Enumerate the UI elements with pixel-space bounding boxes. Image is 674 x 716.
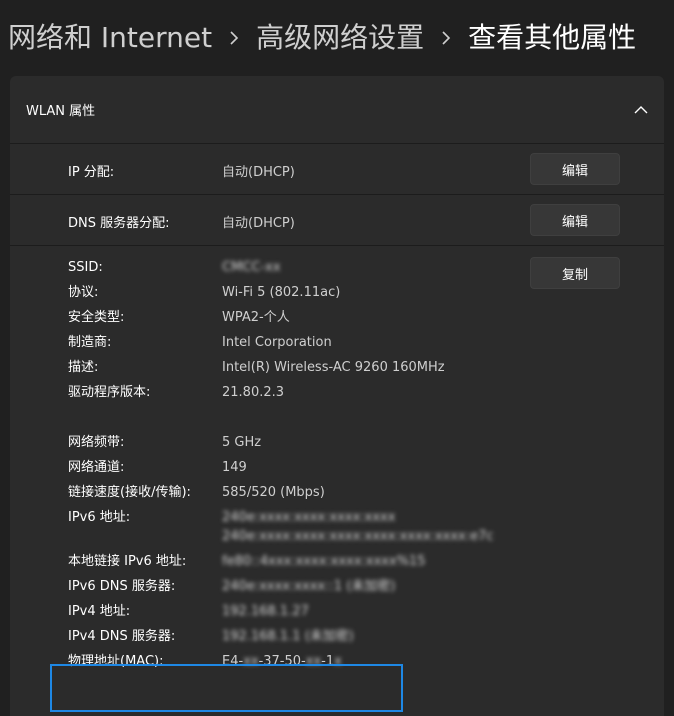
driver-version-value: 21.80.2.3 (222, 385, 285, 400)
description-label: 描述: (68, 360, 99, 375)
dns-assignment-row: DNS 服务器分配: 自动(DHCP) 编辑 (10, 195, 664, 246)
chevron-up-icon[interactable] (634, 103, 648, 117)
driver-version-label: 驱动程序版本: (68, 385, 151, 400)
wlan-properties-panel: WLAN 属性 IP 分配: 自动(DHCP) 编辑 DNS 服务器分配: 自动… (10, 76, 664, 716)
security-type-value: WPA2-个人 (222, 310, 290, 325)
breadcrumb: 网络和 Internet 高级网络设置 查看其他属性 (8, 18, 636, 58)
dns-assignment-value: 自动(DHCP) (222, 216, 295, 231)
link-local-ipv6-value: fe80::4xxx:xxxx:xxxx:xxxx%15 (222, 554, 426, 569)
mac-part-1: E4- (222, 654, 244, 669)
breadcrumb-advanced-network[interactable]: 高级网络设置 (256, 18, 424, 58)
wlan-properties-header[interactable]: WLAN 属性 (10, 76, 664, 144)
ip-assignment-label: IP 分配: (68, 165, 115, 180)
link-local-ipv6-label: 本地链接 IPv6 地址: (68, 554, 187, 569)
link-speed-value: 585/520 (Mbps) (222, 485, 325, 500)
network-band-value: 5 GHz (222, 435, 262, 450)
mac-part-2: -37-50- (258, 654, 306, 669)
security-type-label: 安全类型: (68, 310, 125, 325)
chevron-right-icon (228, 30, 240, 46)
ipv6-address-value-2: 240e:xxxx:xxxx:xxxx:xxxx:xxxx:xxxx:e7c (222, 529, 494, 544)
mac-highlight-box (50, 664, 403, 712)
page-title: 查看其他属性 (468, 21, 637, 54)
network-channel-value: 149 (222, 460, 247, 475)
chevron-right-icon (440, 30, 452, 46)
ssid-label: SSID: (68, 260, 103, 275)
edit-ip-button[interactable]: 编辑 (530, 153, 620, 185)
network-channel-label: 网络通道: (68, 460, 125, 475)
manufacturer-value: Intel Corporation (222, 335, 332, 350)
ipv4-address-value: 192.168.1.27 (222, 604, 309, 619)
ipv6-address-label: IPv6 地址: (68, 510, 131, 525)
ipv4-address-label: IPv4 地址: (68, 604, 131, 619)
ssid-value: CMCC-xx (222, 260, 281, 275)
description-value: Intel(R) Wireless-AC 9260 160MHz (222, 360, 445, 375)
ipv4-dns-label: IPv4 DNS 服务器: (68, 629, 176, 644)
breadcrumb-network-internet[interactable]: 网络和 Internet (8, 18, 212, 58)
ip-assignment-row: IP 分配: 自动(DHCP) 编辑 (10, 144, 664, 195)
ipv6-dns-value: 240e:xxxx:xxxx::1 (未加密) (222, 579, 396, 594)
network-band-label: 网络频带: (68, 435, 125, 450)
mac-part-3: -1 (321, 654, 335, 669)
mac-address-label: 物理地址(MAC): (68, 654, 164, 669)
properties-list: 复制 SSID: CMCC-xx 协议: Wi-Fi 5 (802.11ac) … (10, 246, 664, 712)
mac-part-blur-3: x (334, 654, 342, 669)
ipv6-dns-label: IPv6 DNS 服务器: (68, 579, 176, 594)
copy-button[interactable]: 复制 (530, 257, 620, 289)
ip-assignment-value: 自动(DHCP) (222, 165, 295, 180)
panel-title: WLAN 属性 (26, 104, 96, 119)
mac-address-value: E4-xx-37-50-xx-1x (222, 654, 342, 670)
protocol-label: 协议: (68, 285, 99, 300)
ipv4-dns-value: 192.168.1.1 (未加密) (222, 629, 354, 644)
link-speed-label: 链接速度(接收/传输): (68, 485, 191, 500)
mac-part-blur-1: xx (243, 654, 259, 669)
mac-part-blur-2: xx (305, 654, 322, 669)
manufacturer-label: 制造商: (68, 335, 112, 350)
protocol-value: Wi-Fi 5 (802.11ac) (222, 285, 341, 300)
ipv6-address-value: 240e:xxxx:xxxx:xxxx:xxxx (222, 510, 396, 525)
dns-assignment-label: DNS 服务器分配: (68, 216, 170, 231)
edit-dns-button[interactable]: 编辑 (530, 204, 620, 236)
